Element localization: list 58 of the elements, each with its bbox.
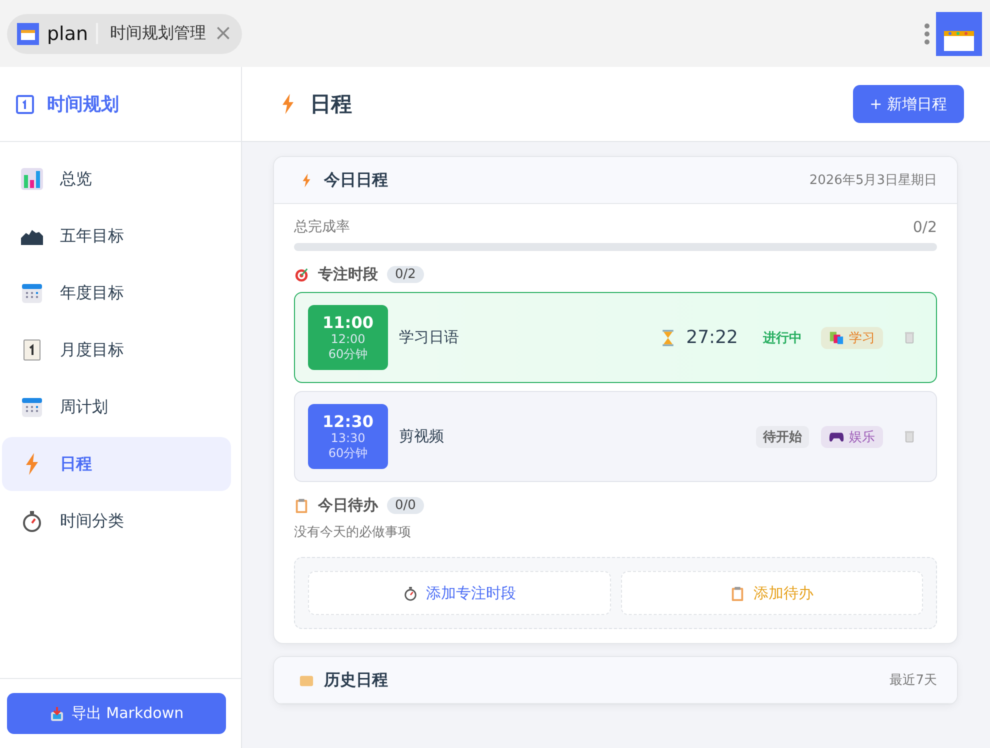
calendar-icon	[20, 395, 44, 419]
trash-icon[interactable]	[905, 331, 914, 344]
section-title: 今日待办	[318, 496, 378, 515]
countdown-timer: 27:22	[686, 327, 738, 348]
app-window-icon[interactable]	[936, 12, 982, 56]
sidebar-item[interactable]: 周计划	[2, 380, 231, 434]
card-title: 今日日程	[324, 170, 388, 190]
sidebar-item[interactable]: 日程	[2, 437, 231, 491]
browser-tab[interactable]: plan 时间规划管理 ×	[7, 14, 242, 54]
session-name: 剪视频	[399, 427, 445, 446]
start-time: 11:00	[322, 312, 374, 332]
count-badge: 0/0	[387, 497, 424, 514]
page-title: 日程	[310, 91, 352, 118]
add-action-button[interactable]: 添加专注时段	[308, 571, 610, 615]
duration-label: 60分钟	[328, 346, 368, 362]
session-name: 学习日语	[399, 328, 460, 347]
end-time: 12:00	[330, 332, 366, 346]
app-calendar-icon	[17, 22, 39, 44]
sidebar-item[interactable]: 时间分类	[2, 494, 231, 548]
count-badge: 0/2	[387, 266, 424, 283]
completion-value: 0/2	[912, 218, 937, 236]
sidebar-item[interactable]: 月度目标	[2, 323, 231, 377]
sidebar-item[interactable]: 总览	[2, 152, 231, 206]
completion-label: 总完成率	[294, 218, 350, 236]
sidebar-title: 时间规划	[47, 93, 119, 116]
date-label: 2026年5月3日星期日	[809, 172, 937, 189]
category-tag: 娱乐	[821, 426, 883, 448]
app-name: plan	[47, 22, 88, 44]
calendar-icon	[20, 281, 44, 305]
trash-icon[interactable]	[905, 430, 914, 443]
card-title: 历史日程	[324, 670, 388, 690]
start-time: 12:30	[322, 412, 374, 430]
stopwatch-icon	[20, 509, 44, 533]
hourglass-icon	[660, 328, 676, 346]
bar-chart-icon	[20, 167, 44, 191]
stopwatch-icon	[402, 586, 418, 600]
status-label: 进行中	[762, 330, 803, 348]
range-label: 最近7天	[890, 672, 937, 689]
download-box-icon	[49, 704, 66, 722]
page-tab-title: 时间规划管理	[96, 23, 206, 44]
add-schedule-button[interactable]: + 新增日程	[852, 85, 964, 123]
status-label: 待开始	[756, 426, 809, 448]
books-icon	[829, 330, 844, 345]
session-card[interactable]: 11:00 12:00 60分钟 学习日语 27:22 进行中 学习	[294, 292, 937, 383]
session-card[interactable]: 12:30 13:30 60分钟 剪视频 待开始 娱乐	[294, 391, 937, 482]
target-icon	[294, 267, 309, 282]
empty-message: 没有今天的必做事项	[294, 524, 412, 541]
sidebar-item[interactable]: 五年目标	[2, 209, 231, 263]
category-tag: 学习	[821, 326, 883, 348]
clipboard-icon	[294, 498, 309, 513]
duration-label: 60分钟	[328, 444, 368, 462]
section-title: 专注时段	[318, 265, 378, 284]
end-time: 13:30	[330, 430, 366, 444]
export-markdown-button[interactable]: 导出 Markdown	[7, 693, 226, 734]
more-menu-icon[interactable]	[924, 20, 930, 46]
calendar-page-icon	[15, 93, 35, 115]
sidebar-item[interactable]: 年度目标	[2, 266, 231, 320]
clipboard-icon	[730, 586, 746, 600]
